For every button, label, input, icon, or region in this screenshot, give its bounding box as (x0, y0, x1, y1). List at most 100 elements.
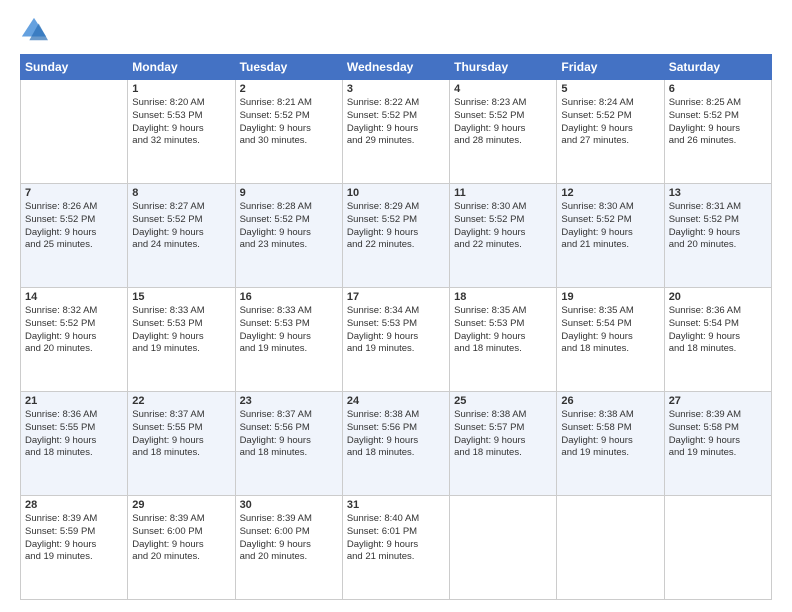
day-info: Sunrise: 8:24 AMSunset: 5:52 PMDaylight:… (561, 97, 659, 148)
day-info: Sunrise: 8:32 AMSunset: 5:52 PMDaylight:… (25, 305, 123, 356)
calendar-header-row: SundayMondayTuesdayWednesdayThursdayFrid… (21, 55, 772, 80)
calendar-week-4: 21 Sunrise: 8:36 AMSunset: 5:55 PMDayligh… (21, 392, 772, 496)
day-number: 8 (132, 187, 230, 199)
calendar-week-2: 7 Sunrise: 8:26 AMSunset: 5:52 PMDaylight… (21, 184, 772, 288)
calendar-cell: 8 Sunrise: 8:27 AMSunset: 5:52 PMDaylight… (128, 184, 235, 288)
header-sunday: Sunday (21, 55, 128, 80)
day-number: 1 (132, 83, 230, 95)
day-number: 18 (454, 291, 552, 303)
day-number: 7 (25, 187, 123, 199)
day-number: 12 (561, 187, 659, 199)
day-info: Sunrise: 8:40 AMSunset: 6:01 PMDaylight:… (347, 513, 445, 564)
calendar-cell: 26 Sunrise: 8:38 AMSunset: 5:58 PMDayligh… (557, 392, 664, 496)
calendar-cell: 23 Sunrise: 8:37 AMSunset: 5:56 PMDayligh… (235, 392, 342, 496)
calendar-cell: 14 Sunrise: 8:32 AMSunset: 5:52 PMDayligh… (21, 288, 128, 392)
day-number: 19 (561, 291, 659, 303)
day-info: Sunrise: 8:21 AMSunset: 5:52 PMDaylight:… (240, 97, 338, 148)
day-number: 22 (132, 395, 230, 407)
calendar-cell: 13 Sunrise: 8:31 AMSunset: 5:52 PMDayligh… (664, 184, 771, 288)
day-info: Sunrise: 8:39 AMSunset: 6:00 PMDaylight:… (132, 513, 230, 564)
day-number: 25 (454, 395, 552, 407)
day-number: 27 (669, 395, 767, 407)
calendar-cell: 28 Sunrise: 8:39 AMSunset: 5:59 PMDayligh… (21, 496, 128, 600)
calendar-cell: 3 Sunrise: 8:22 AMSunset: 5:52 PMDaylight… (342, 80, 449, 184)
calendar-table: SundayMondayTuesdayWednesdayThursdayFrid… (20, 54, 772, 600)
day-number: 3 (347, 83, 445, 95)
day-number: 6 (669, 83, 767, 95)
day-number: 14 (25, 291, 123, 303)
day-number: 9 (240, 187, 338, 199)
day-info: Sunrise: 8:23 AMSunset: 5:52 PMDaylight:… (454, 97, 552, 148)
calendar-cell: 18 Sunrise: 8:35 AMSunset: 5:53 PMDayligh… (450, 288, 557, 392)
page-container: SundayMondayTuesdayWednesdayThursdayFrid… (0, 0, 792, 612)
day-info: Sunrise: 8:37 AMSunset: 5:56 PMDaylight:… (240, 409, 338, 460)
day-number: 15 (132, 291, 230, 303)
calendar-cell: 4 Sunrise: 8:23 AMSunset: 5:52 PMDaylight… (450, 80, 557, 184)
calendar-cell: 29 Sunrise: 8:39 AMSunset: 6:00 PMDayligh… (128, 496, 235, 600)
calendar-cell (21, 80, 128, 184)
day-info: Sunrise: 8:36 AMSunset: 5:54 PMDaylight:… (669, 305, 767, 356)
day-info: Sunrise: 8:34 AMSunset: 5:53 PMDaylight:… (347, 305, 445, 356)
day-info: Sunrise: 8:33 AMSunset: 5:53 PMDaylight:… (240, 305, 338, 356)
day-info: Sunrise: 8:38 AMSunset: 5:56 PMDaylight:… (347, 409, 445, 460)
day-number: 10 (347, 187, 445, 199)
day-info: Sunrise: 8:36 AMSunset: 5:55 PMDaylight:… (25, 409, 123, 460)
page-header (20, 16, 772, 44)
calendar-cell: 19 Sunrise: 8:35 AMSunset: 5:54 PMDayligh… (557, 288, 664, 392)
logo (20, 16, 52, 44)
day-info: Sunrise: 8:29 AMSunset: 5:52 PMDaylight:… (347, 201, 445, 252)
day-number: 13 (669, 187, 767, 199)
day-info: Sunrise: 8:31 AMSunset: 5:52 PMDaylight:… (669, 201, 767, 252)
day-number: 11 (454, 187, 552, 199)
calendar-week-3: 14 Sunrise: 8:32 AMSunset: 5:52 PMDayligh… (21, 288, 772, 392)
calendar-cell: 27Sunrise: 8:39 AMSunset: 5:58 PMDayligh… (664, 392, 771, 496)
day-info: Sunrise: 8:30 AMSunset: 5:52 PMDaylight:… (561, 201, 659, 252)
day-number: 31 (347, 499, 445, 511)
header-friday: Friday (557, 55, 664, 80)
calendar-cell: 21 Sunrise: 8:36 AMSunset: 5:55 PMDayligh… (21, 392, 128, 496)
calendar-cell: 11Sunrise: 8:30 AMSunset: 5:52 PMDayligh… (450, 184, 557, 288)
day-info: Sunrise: 8:35 AMSunset: 5:53 PMDaylight:… (454, 305, 552, 356)
calendar-cell: 1 Sunrise: 8:20 AMSunset: 5:53 PMDaylight… (128, 80, 235, 184)
day-info: Sunrise: 8:20 AMSunset: 5:53 PMDaylight:… (132, 97, 230, 148)
calendar-cell (557, 496, 664, 600)
day-info: Sunrise: 8:27 AMSunset: 5:52 PMDaylight:… (132, 201, 230, 252)
day-number: 23 (240, 395, 338, 407)
calendar-cell: 10 Sunrise: 8:29 AMSunset: 5:52 PMDayligh… (342, 184, 449, 288)
calendar-week-1: 1 Sunrise: 8:20 AMSunset: 5:53 PMDaylight… (21, 80, 772, 184)
logo-icon (20, 16, 48, 44)
day-number: 2 (240, 83, 338, 95)
day-info: Sunrise: 8:22 AMSunset: 5:52 PMDaylight:… (347, 97, 445, 148)
day-number: 29 (132, 499, 230, 511)
calendar-cell: 20 Sunrise: 8:36 AMSunset: 5:54 PMDayligh… (664, 288, 771, 392)
calendar-cell: 9 Sunrise: 8:28 AMSunset: 5:52 PMDaylight… (235, 184, 342, 288)
day-number: 28 (25, 499, 123, 511)
calendar-cell (664, 496, 771, 600)
day-info: Sunrise: 8:26 AMSunset: 5:52 PMDaylight:… (25, 201, 123, 252)
calendar-cell: 24 Sunrise: 8:38 AMSunset: 5:56 PMDayligh… (342, 392, 449, 496)
day-info: Sunrise: 8:28 AMSunset: 5:52 PMDaylight:… (240, 201, 338, 252)
calendar-cell: 22Sunrise: 8:37 AMSunset: 5:55 PMDayligh… (128, 392, 235, 496)
header-thursday: Thursday (450, 55, 557, 80)
day-number: 20 (669, 291, 767, 303)
calendar-cell: 15Sunrise: 8:33 AMSunset: 5:53 PMDayligh… (128, 288, 235, 392)
header-monday: Monday (128, 55, 235, 80)
calendar-cell: 5 Sunrise: 8:24 AMSunset: 5:52 PMDaylight… (557, 80, 664, 184)
day-number: 30 (240, 499, 338, 511)
day-info: Sunrise: 8:38 AMSunset: 5:58 PMDaylight:… (561, 409, 659, 460)
day-number: 21 (25, 395, 123, 407)
day-info: Sunrise: 8:25 AMSunset: 5:52 PMDaylight:… (669, 97, 767, 148)
calendar-cell: 16Sunrise: 8:33 AMSunset: 5:53 PMDayligh… (235, 288, 342, 392)
day-number: 24 (347, 395, 445, 407)
day-info: Sunrise: 8:38 AMSunset: 5:57 PMDaylight:… (454, 409, 552, 460)
day-info: Sunrise: 8:35 AMSunset: 5:54 PMDaylight:… (561, 305, 659, 356)
day-number: 4 (454, 83, 552, 95)
day-number: 26 (561, 395, 659, 407)
calendar-cell: 30Sunrise: 8:39 AMSunset: 6:00 PMDayligh… (235, 496, 342, 600)
day-number: 17 (347, 291, 445, 303)
header-saturday: Saturday (664, 55, 771, 80)
calendar-week-5: 28 Sunrise: 8:39 AMSunset: 5:59 PMDayligh… (21, 496, 772, 600)
day-number: 5 (561, 83, 659, 95)
day-info: Sunrise: 8:39 AMSunset: 5:59 PMDaylight:… (25, 513, 123, 564)
calendar-cell: 2 Sunrise: 8:21 AMSunset: 5:52 PMDaylight… (235, 80, 342, 184)
